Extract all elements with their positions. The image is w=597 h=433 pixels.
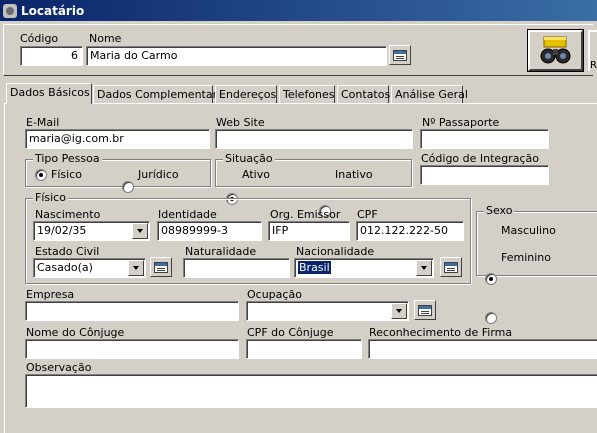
passaporte-field[interactable] <box>420 129 549 149</box>
ocupacao-combo[interactable] <box>246 301 409 321</box>
identidade-value: 08989999-3 <box>161 224 228 237</box>
identidade-label: Identidade <box>158 208 217 221</box>
tab-strip: Dados Básicos Dados Complementares Ender… <box>0 80 597 104</box>
nome-value: Maria do Carmo <box>90 49 178 62</box>
nascimento-dropdown-button[interactable] <box>132 223 148 239</box>
orgao-emissor-label: Org. Emissor <box>270 208 341 221</box>
juridico-radio-label: Jurídico <box>138 168 179 181</box>
nome-label: Nome <box>89 32 122 45</box>
fisico-title: Físico <box>33 191 68 204</box>
binoculars-icon <box>540 36 571 64</box>
codigo-label: Código <box>20 32 59 45</box>
masculino-radio-label: Masculino <box>501 224 556 237</box>
codigo-integracao-field[interactable] <box>420 165 549 185</box>
nascimento-value: 19/02/35 <box>37 224 87 237</box>
orgao-emissor-field[interactable]: IFP <box>268 221 350 241</box>
tipo-pessoa-title: Tipo Pessoa <box>33 152 102 165</box>
nascimento-label: Nascimento <box>35 208 101 221</box>
codigo-value: 6 <box>71 49 78 62</box>
nome-lookup-button[interactable] <box>389 45 411 65</box>
tab-label: Contatos <box>341 88 391 101</box>
ativo-radio-label: Ativo <box>242 168 270 181</box>
orgao-emissor-value: IFP <box>272 224 289 237</box>
tab-label: Dados Básicos <box>10 86 90 99</box>
tab-analise-geral[interactable]: Análise Geral <box>391 85 468 103</box>
title-bar: Locatário <box>0 0 597 21</box>
ocupacao-lookup-button[interactable] <box>414 300 436 320</box>
nome-field[interactable]: Maria do Carmo <box>86 46 387 66</box>
empresa-label: Empresa <box>26 288 75 301</box>
email-label: E-Mail <box>26 116 60 129</box>
estado-civil-label: Estado Civil <box>35 245 100 258</box>
naturalidade-label: Naturalidade <box>185 245 257 258</box>
tab-label: Endereços <box>219 88 277 101</box>
cpf-conjuge-label: CPF do Cônjuge <box>247 326 334 339</box>
inativo-radio-label: Inativo <box>335 168 373 181</box>
email-value: maria@ig.com.br <box>29 132 124 145</box>
nacionalidade-combo[interactable]: Brasil <box>294 258 434 278</box>
tab-telefones[interactable]: Telefones <box>279 85 335 103</box>
nacionalidade-value: Brasil <box>298 261 331 274</box>
card-icon <box>154 261 168 273</box>
estado-civil-dropdown-button[interactable] <box>128 260 144 276</box>
tab-enderecos[interactable]: Endereços <box>215 85 277 103</box>
fisico-radio[interactable] <box>35 169 47 181</box>
nacionalidade-label: Nacionalidade <box>296 245 375 258</box>
estado-civil-lookup-button[interactable] <box>150 257 172 277</box>
cpf-label: CPF <box>357 208 378 221</box>
sexo-title: Sexo <box>484 204 515 217</box>
feminino-radio-label: Feminino <box>501 251 551 264</box>
empresa-field[interactable] <box>25 301 239 321</box>
website-field[interactable] <box>215 129 413 149</box>
nacionalidade-dropdown-button[interactable] <box>416 260 432 276</box>
passaporte-label: Nº Passaporte <box>422 116 500 129</box>
email-field[interactable]: maria@ig.com.br <box>25 129 210 149</box>
ocupacao-dropdown-button[interactable] <box>391 303 407 319</box>
estado-civil-value: Casado(a) <box>37 261 93 274</box>
sexo-group <box>476 211 597 276</box>
firma-field[interactable] <box>368 339 597 359</box>
card-icon <box>393 49 407 61</box>
tab-dados-complementares[interactable]: Dados Complementares <box>93 85 229 103</box>
cpf-conjuge-field[interactable] <box>246 339 362 359</box>
nacionalidade-lookup-button[interactable] <box>440 257 462 277</box>
app-icon <box>3 3 17 18</box>
codigo-field[interactable]: 6 <box>20 46 83 66</box>
naturalidade-field[interactable] <box>183 258 290 278</box>
ocupacao-label: Ocupação <box>247 288 302 301</box>
tab-dados-basicos[interactable]: Dados Básicos <box>6 83 92 104</box>
tab-label: Dados Complementares <box>97 88 230 101</box>
card-icon <box>444 261 458 273</box>
search-button[interactable] <box>527 29 584 72</box>
cpf-value: 012.122.222-50 <box>360 224 448 237</box>
tab-label: Telefones <box>283 88 335 101</box>
juridico-radio[interactable] <box>122 181 134 193</box>
identidade-field[interactable]: 08989999-3 <box>157 221 262 241</box>
website-label: Web Site <box>216 116 265 129</box>
masculino-radio[interactable] <box>485 273 497 285</box>
fisico-radio-label: Físico <box>51 168 82 181</box>
conjuge-field[interactable] <box>25 339 239 359</box>
conjuge-label: Nome do Cônjuge <box>26 326 125 339</box>
firma-label: Reconhecimento de Firma <box>369 326 513 339</box>
observacao-label: Observação <box>26 361 92 374</box>
codigo-integracao-label: Código de Integração <box>421 152 539 165</box>
situacao-title: Situação <box>223 152 275 165</box>
tab-contatos[interactable]: Contatos <box>337 85 391 103</box>
tab-label: Análise Geral <box>395 88 468 101</box>
window-title: Locatário <box>21 3 85 18</box>
card-icon <box>418 304 432 316</box>
cpf-field[interactable]: 012.122.222-50 <box>356 221 464 241</box>
observacao-textarea[interactable] <box>25 374 597 408</box>
feminino-radio[interactable] <box>485 312 497 324</box>
edge-label: R <box>590 60 597 71</box>
